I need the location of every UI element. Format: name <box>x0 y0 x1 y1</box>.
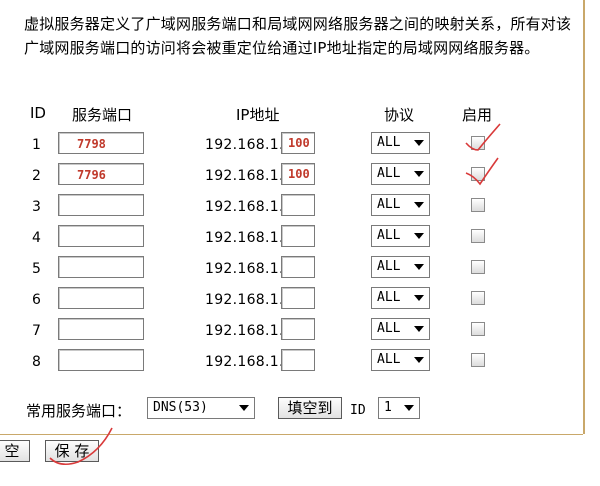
protocol-value: ALL <box>377 321 401 336</box>
chevron-down-icon <box>413 169 425 179</box>
protocol-select[interactable]: ALL <box>371 163 430 185</box>
common-ports-value: DNS(53) <box>153 400 208 415</box>
table-row: 2 7796 192.168.1. 100 ALL <box>0 162 583 193</box>
fill-to-button[interactable]: 填空到 <box>278 397 342 419</box>
enable-checkbox[interactable] <box>471 353 485 367</box>
service-port-input[interactable] <box>58 194 144 216</box>
protocol-select[interactable]: ALL <box>371 349 430 371</box>
footer-bar: 空 保 存 <box>0 437 583 465</box>
row-id: 6 <box>32 292 41 308</box>
chevron-down-icon <box>403 403 415 413</box>
protocol-select[interactable]: ALL <box>371 318 430 340</box>
virtual-server-panel: 虚拟服务器定义了广域网服务端口和局域网网络服务器之间的映射关系，所有对该广域网服… <box>0 0 585 434</box>
table-row: 8 192.168.1. ALL <box>0 348 583 379</box>
table-row: 1 7798 192.168.1. 100 ALL <box>0 131 583 162</box>
chevron-down-icon <box>413 231 425 241</box>
clear-button[interactable]: 空 <box>0 440 30 462</box>
id-select-label: ID <box>350 403 366 418</box>
service-port-input[interactable]: 7796 <box>58 163 144 185</box>
protocol-value: ALL <box>377 259 401 274</box>
protocol-select[interactable]: ALL <box>371 132 430 154</box>
header-ip: IP地址 <box>236 106 280 124</box>
header-port: 服务端口 <box>72 106 133 124</box>
divider <box>0 434 583 435</box>
ip-prefix: 192.168.1. <box>205 199 284 215</box>
chevron-down-icon <box>413 138 425 148</box>
ip-prefix: 192.168.1. <box>205 261 284 277</box>
ip-last-octet-input[interactable] <box>281 318 315 340</box>
enable-checkbox[interactable] <box>471 229 485 243</box>
row-id: 8 <box>32 354 41 370</box>
enable-checkbox[interactable] <box>471 198 485 212</box>
table-row: 4 192.168.1. ALL <box>0 224 583 255</box>
chevron-down-icon <box>413 200 425 210</box>
protocol-value: ALL <box>377 135 401 150</box>
protocol-value: ALL <box>377 290 401 305</box>
id-select-value: 1 <box>384 400 392 415</box>
service-port-input[interactable] <box>58 318 144 340</box>
id-select[interactable]: 1 <box>378 397 420 419</box>
ip-last-octet-input[interactable] <box>281 225 315 247</box>
ip-prefix: 192.168.1. <box>205 137 284 153</box>
row-id: 7 <box>32 323 41 339</box>
ip-prefix: 192.168.1. <box>205 292 284 308</box>
service-port-input[interactable]: 7798 <box>58 132 144 154</box>
row-id: 4 <box>32 230 41 246</box>
enable-checkbox[interactable] <box>471 291 485 305</box>
row-id: 3 <box>32 199 41 215</box>
ip-last-octet-input[interactable]: 100 <box>281 163 315 185</box>
enable-checkbox[interactable] <box>471 167 485 181</box>
row-id: 5 <box>32 261 41 277</box>
protocol-select[interactable]: ALL <box>371 287 430 309</box>
protocol-value: ALL <box>377 166 401 181</box>
table-row: 6 192.168.1. ALL <box>0 286 583 317</box>
ip-last-octet-input[interactable] <box>281 287 315 309</box>
ip-prefix: 192.168.1. <box>205 323 284 339</box>
service-port-input[interactable] <box>58 225 144 247</box>
header-protocol: 协议 <box>384 106 415 124</box>
ip-prefix: 192.168.1. <box>205 354 284 370</box>
common-ports-label: 常用服务端口： <box>26 402 132 420</box>
enable-checkbox[interactable] <box>471 136 485 150</box>
service-port-input[interactable] <box>58 349 144 371</box>
ip-prefix: 192.168.1. <box>205 230 284 246</box>
chevron-down-icon <box>413 262 425 272</box>
service-port-input[interactable] <box>58 287 144 309</box>
table-row: 5 192.168.1. ALL <box>0 255 583 286</box>
ip-last-octet-input[interactable] <box>281 349 315 371</box>
description-text: 虚拟服务器定义了广域网服务端口和局域网网络服务器之间的映射关系，所有对该广域网服… <box>24 15 572 57</box>
protocol-select[interactable]: ALL <box>371 225 430 247</box>
chevron-down-icon <box>413 293 425 303</box>
enable-checkbox[interactable] <box>471 260 485 274</box>
header-id: ID <box>30 104 46 122</box>
chevron-down-icon <box>238 403 250 413</box>
table-row: 7 192.168.1. ALL <box>0 317 583 348</box>
protocol-value: ALL <box>377 228 401 243</box>
service-port-input[interactable] <box>58 256 144 278</box>
row-id: 1 <box>32 137 41 153</box>
save-button[interactable]: 保 存 <box>45 440 99 462</box>
row-id: 2 <box>32 168 41 184</box>
chevron-down-icon <box>413 355 425 365</box>
header-enable: 启用 <box>462 106 493 124</box>
ip-last-octet-input[interactable] <box>281 194 315 216</box>
protocol-select[interactable]: ALL <box>371 194 430 216</box>
enable-checkbox[interactable] <box>471 322 485 336</box>
ip-prefix: 192.168.1. <box>205 168 284 184</box>
ip-last-octet-input[interactable] <box>281 256 315 278</box>
protocol-value: ALL <box>377 197 401 212</box>
chevron-down-icon <box>413 324 425 334</box>
table-row: 3 192.168.1. ALL <box>0 193 583 224</box>
protocol-select[interactable]: ALL <box>371 256 430 278</box>
common-ports-select[interactable]: DNS(53) <box>147 397 255 419</box>
protocol-value: ALL <box>377 352 401 367</box>
ip-last-octet-input[interactable]: 100 <box>281 132 315 154</box>
